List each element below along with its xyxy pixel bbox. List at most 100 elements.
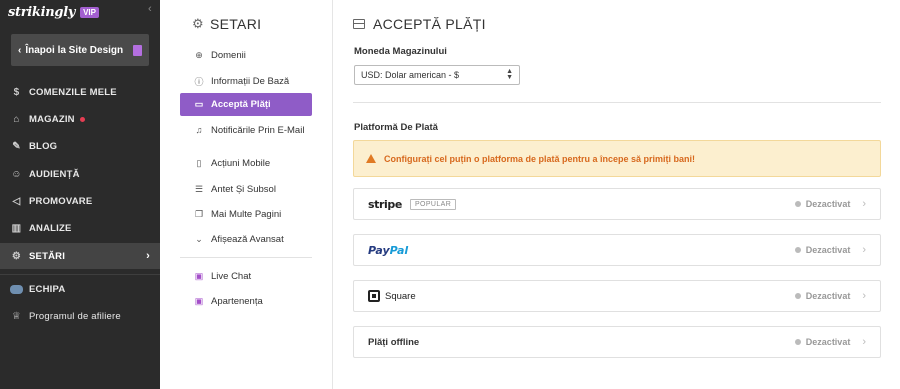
warning-icon [366,154,376,163]
status-dot-icon [794,293,801,299]
settings-item-membership[interactable]: ▣ Apartenența [180,290,312,313]
dollar-circle-icon: $ [13,86,20,98]
nav-item-team[interactable]: ECHIPA [0,276,160,302]
settings-item-email-notifications[interactable]: ♫ Notificările Prin E-Mail [180,119,312,142]
strikingly-logo: strikingly [8,4,76,20]
chevron-right-icon: › [146,250,150,262]
page-title-text: ACCEPTĂ PLĂȚI [373,16,486,32]
payment-card-icon [353,19,365,29]
provider-status: Dezactivat [794,291,851,301]
bell-icon: ♫ [195,125,203,135]
square-name: Square [385,290,416,302]
status-dot-icon [794,247,801,253]
settings-item-header-footer[interactable]: ☰ Antet Și Subsol [180,178,312,201]
nav-item-label: AUDIENȚĂ [29,168,80,180]
back-button-label: Înapoi la Site Design [25,44,124,56]
settings-item-more-pages[interactable]: ❐ Mai Multe Pagini [180,203,312,226]
design-edit-icon [133,44,142,56]
info-icon: ⓘ [194,76,204,87]
settings-title: ⚙ SETARI [192,16,261,32]
nav-item-settings[interactable]: ⚙ SETĂRI › [0,243,160,269]
square-logo: Square [368,290,416,302]
settings-item-label: Informații De Bază [211,76,290,87]
settings-sidebar: ⚙ SETARI ⊕ Domenii ⓘ Informații De Bază … [160,0,333,389]
settings-item-label: Apartenența [211,296,263,307]
pages-icon: ❐ [194,208,204,219]
settings-item-domains[interactable]: ⊕ Domenii [180,44,312,67]
nav-item-promotion[interactable]: ◁ PROMOVARE [0,188,160,214]
chart-icon: ▥ [11,222,22,234]
settings-item-basic-info[interactable]: ⓘ Informații De Bază [180,70,312,93]
provider-paypal[interactable]: PayPal Dezactivat › [353,234,881,266]
membership-icon: ▣ [194,295,204,306]
settings-item-label: Notificările Prin E-Mail [211,125,305,136]
chevron-right-icon: › [862,198,866,210]
nav-item-analytics[interactable]: ▥ ANALIZE [0,215,160,241]
payment-platform-label: Platformă De Plată [354,122,438,133]
provider-status: Dezactivat [794,245,851,255]
users-icon: ☺ [11,168,22,180]
chat-icon: ▣ [194,270,204,281]
chevron-right-icon: › [862,336,866,348]
status-dot-icon [794,201,801,207]
settings-title-text: SETARI [209,16,262,32]
payment-card-icon: ▭ [194,98,204,109]
collapse-sidebar-icon[interactable]: ‹ [148,3,152,15]
settings-item-label: Mai Multe Pagini [211,209,282,220]
nav-item-blog[interactable]: ✎ BLOG [0,133,160,159]
page-title: ACCEPTĂ PLĂȚI [353,16,486,32]
settings-item-label: Antet Și Subsol [211,184,276,195]
currency-label: Moneda Magazinului [354,46,447,57]
nav-item-store[interactable]: ⌂ MAGAZIN [0,106,160,132]
status-text: Dezactivat [805,245,851,255]
settings-item-label: Afișează Avansat [211,234,284,245]
nav-item-affiliate[interactable]: ♕ Programul de afiliere [0,303,160,329]
status-text: Dezactivat [805,291,851,301]
stripe-logo: stripe [368,197,402,211]
settings-item-accept-payments[interactable]: ▭ Acceptă Plăți [180,93,312,116]
currency-select[interactable]: USD: Dolar american - $ ▲ ▼ [354,65,520,85]
provider-stripe[interactable]: stripe POPULAR Dezactivat › [353,188,881,220]
offline-payments-label: Plăți offline [368,336,420,348]
status-text: Dezactivat [805,337,851,347]
megaphone-icon: ◁ [12,195,21,207]
settings-item-mobile-actions[interactable]: ▯ Acțiuni Mobile [180,152,312,175]
layout-icon: ☰ [194,183,204,194]
nav-item-label: PROMOVARE [29,195,93,207]
main-sidebar: strikingly VIP ‹ ‹ Înapoi la Site Design… [0,0,160,389]
paypal-logo: PayPal [368,243,409,257]
chevron-right-icon: › [862,244,866,256]
notification-dot [79,116,85,122]
chevron-right-icon: › [862,290,866,302]
brand[interactable]: strikingly VIP [8,3,99,21]
popular-badge: POPULAR [409,198,457,210]
select-arrows-icon: ▲ ▼ [506,68,513,81]
store-icon: ⌂ [13,113,20,125]
settings-item-label: Acceptă Plăți [211,99,271,110]
provider-offline[interactable]: Plăți offline Dezactivat › [353,326,881,358]
nav-item-orders[interactable]: $ COMENZILE MELE [0,79,160,105]
nav-item-label: COMENZILE MELE [29,86,117,98]
provider-status: Dezactivat [794,199,850,209]
nav-item-label: MAGAZIN [29,113,75,125]
pen-icon: ✎ [12,140,21,152]
settings-item-live-chat[interactable]: ▣ Live Chat [180,265,312,288]
provider-status: Dezactivat [794,337,851,347]
nav-item-label: SETĂRI [29,250,66,262]
provider-square[interactable]: Square Dezactivat › [353,280,881,312]
settings-divider [180,257,312,258]
warning-text: Configurați cel puțin o platforma de pla… [384,153,696,164]
globe-icon: ⊕ [195,49,203,60]
back-to-site-design-button[interactable]: ‹ Înapoi la Site Design [11,34,149,66]
gear-icon: ⚙ [11,250,22,262]
team-icon [10,283,23,296]
nav-item-label: ECHIPA [29,283,66,295]
square-logo-icon [368,290,380,302]
warning-banner: Configurați cel puțin o platforma de pla… [353,140,881,177]
gear-icon: ⚙ [192,16,204,31]
settings-item-label: Domenii [211,50,246,61]
nav-item-audience[interactable]: ☺ AUDIENȚĂ [0,161,160,187]
main-content: ACCEPTĂ PLĂȚI Moneda Magazinului USD: Do… [333,0,900,389]
mobile-icon: ▯ [196,157,202,168]
settings-item-show-advanced[interactable]: ⌄ Afișează Avansat [180,228,312,251]
